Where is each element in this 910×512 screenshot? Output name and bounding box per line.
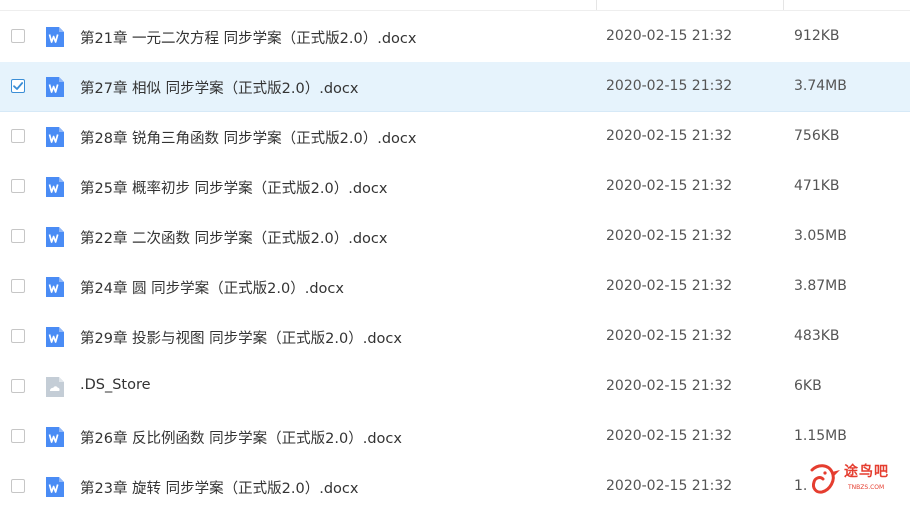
word-doc-icon <box>46 477 64 497</box>
file-modified-date: 2020-02-15 21:32 <box>606 178 733 194</box>
checkmark-icon <box>13 82 24 90</box>
row-checkbox[interactable] <box>11 79 25 93</box>
file-row[interactable]: .DS_Store 2020-02-15 21:32 6KB <box>0 362 910 412</box>
file-row[interactable]: 第29章 投影与视图 同步学案（正式版2.0）.docx 2020-02-15 2… <box>0 312 910 362</box>
word-doc-icon <box>46 77 64 97</box>
file-name[interactable]: 第26章 反比例函数 同步学案（正式版2.0）.docx <box>80 427 402 448</box>
file-row[interactable]: 第22章 二次函数 同步学案（正式版2.0）.docx 2020-02-15 21… <box>0 212 910 262</box>
file-row[interactable]: 第23章 旋转 同步学案（正式版2.0）.docx 2020-02-15 21:3… <box>0 462 910 512</box>
file-row[interactable]: 第27章 相似 同步学案（正式版2.0）.docx 2020-02-15 21:3… <box>0 62 910 112</box>
file-size: 3.87MB <box>794 278 847 294</box>
file-row[interactable]: 第21章 一元二次方程 同步学案（正式版2.0）.docx 2020-02-15 … <box>0 12 910 62</box>
row-checkbox[interactable] <box>11 379 25 393</box>
word-doc-icon <box>46 127 64 147</box>
file-modified-date: 2020-02-15 21:32 <box>606 128 733 144</box>
file-modified-date: 2020-02-15 21:32 <box>606 378 733 394</box>
row-checkbox[interactable] <box>11 329 25 343</box>
bird-logo-icon <box>810 464 840 494</box>
word-doc-icon <box>46 327 64 347</box>
file-modified-date: 2020-02-15 21:32 <box>606 278 733 294</box>
row-checkbox[interactable] <box>11 129 25 143</box>
watermark-text: 途鸟吧 <box>844 464 889 480</box>
file-row[interactable]: 第26章 反比例函数 同步学案（正式版2.0）.docx 2020-02-15 2… <box>0 412 910 462</box>
row-checkbox[interactable] <box>11 179 25 193</box>
row-checkbox[interactable] <box>11 479 25 493</box>
size-column-divider <box>783 0 784 10</box>
row-checkbox[interactable] <box>11 229 25 243</box>
word-doc-icon <box>46 427 64 447</box>
file-row[interactable]: 第24章 圆 同步学案（正式版2.0）.docx 2020-02-15 21:32… <box>0 262 910 312</box>
generic-file-icon <box>46 377 64 397</box>
file-size: 1. <box>794 478 808 494</box>
file-name[interactable]: .DS_Store <box>80 377 151 393</box>
file-modified-date: 2020-02-15 21:32 <box>606 78 733 94</box>
file-modified-date: 2020-02-15 21:32 <box>606 228 733 244</box>
file-name[interactable]: 第25章 概率初步 同步学案（正式版2.0）.docx <box>80 177 387 198</box>
file-name[interactable]: 第23章 旋转 同步学案（正式版2.0）.docx <box>80 477 358 498</box>
watermark-subtext: TNBZS.COM <box>848 484 885 491</box>
file-modified-date: 2020-02-15 21:32 <box>606 428 733 444</box>
header-divider <box>0 10 910 11</box>
file-name[interactable]: 第22章 二次函数 同步学案（正式版2.0）.docx <box>80 227 387 248</box>
row-checkbox[interactable] <box>11 279 25 293</box>
file-row[interactable]: 第28章 锐角三角函数 同步学案（正式版2.0）.docx 2020-02-15 … <box>0 112 910 162</box>
file-size: 3.74MB <box>794 78 847 94</box>
word-doc-icon <box>46 27 64 47</box>
file-name[interactable]: 第29章 投影与视图 同步学案（正式版2.0）.docx <box>80 327 402 348</box>
word-doc-icon <box>46 227 64 247</box>
file-name[interactable]: 第28章 锐角三角函数 同步学案（正式版2.0）.docx <box>80 127 416 148</box>
row-checkbox[interactable] <box>11 29 25 43</box>
file-size: 1.15MB <box>794 428 847 444</box>
watermark-logo: 途鸟吧 TNBZS.COM <box>808 460 908 498</box>
file-size: 471KB <box>794 178 840 194</box>
word-doc-icon <box>46 177 64 197</box>
date-column-divider <box>596 0 597 10</box>
file-modified-date: 2020-02-15 21:32 <box>606 28 733 44</box>
row-checkbox[interactable] <box>11 429 25 443</box>
file-size: 756KB <box>794 128 840 144</box>
file-size: 912KB <box>794 28 840 44</box>
file-row[interactable]: 第25章 概率初步 同步学案（正式版2.0）.docx 2020-02-15 21… <box>0 162 910 212</box>
file-size: 3.05MB <box>794 228 847 244</box>
file-name[interactable]: 第27章 相似 同步学案（正式版2.0）.docx <box>80 77 358 98</box>
word-doc-icon <box>46 277 64 297</box>
file-modified-date: 2020-02-15 21:32 <box>606 478 733 494</box>
file-modified-date: 2020-02-15 21:32 <box>606 328 733 344</box>
file-name[interactable]: 第24章 圆 同步学案（正式版2.0）.docx <box>80 277 344 298</box>
file-name[interactable]: 第21章 一元二次方程 同步学案（正式版2.0）.docx <box>80 27 416 48</box>
file-size: 483KB <box>794 328 840 344</box>
file-size: 6KB <box>794 378 822 394</box>
